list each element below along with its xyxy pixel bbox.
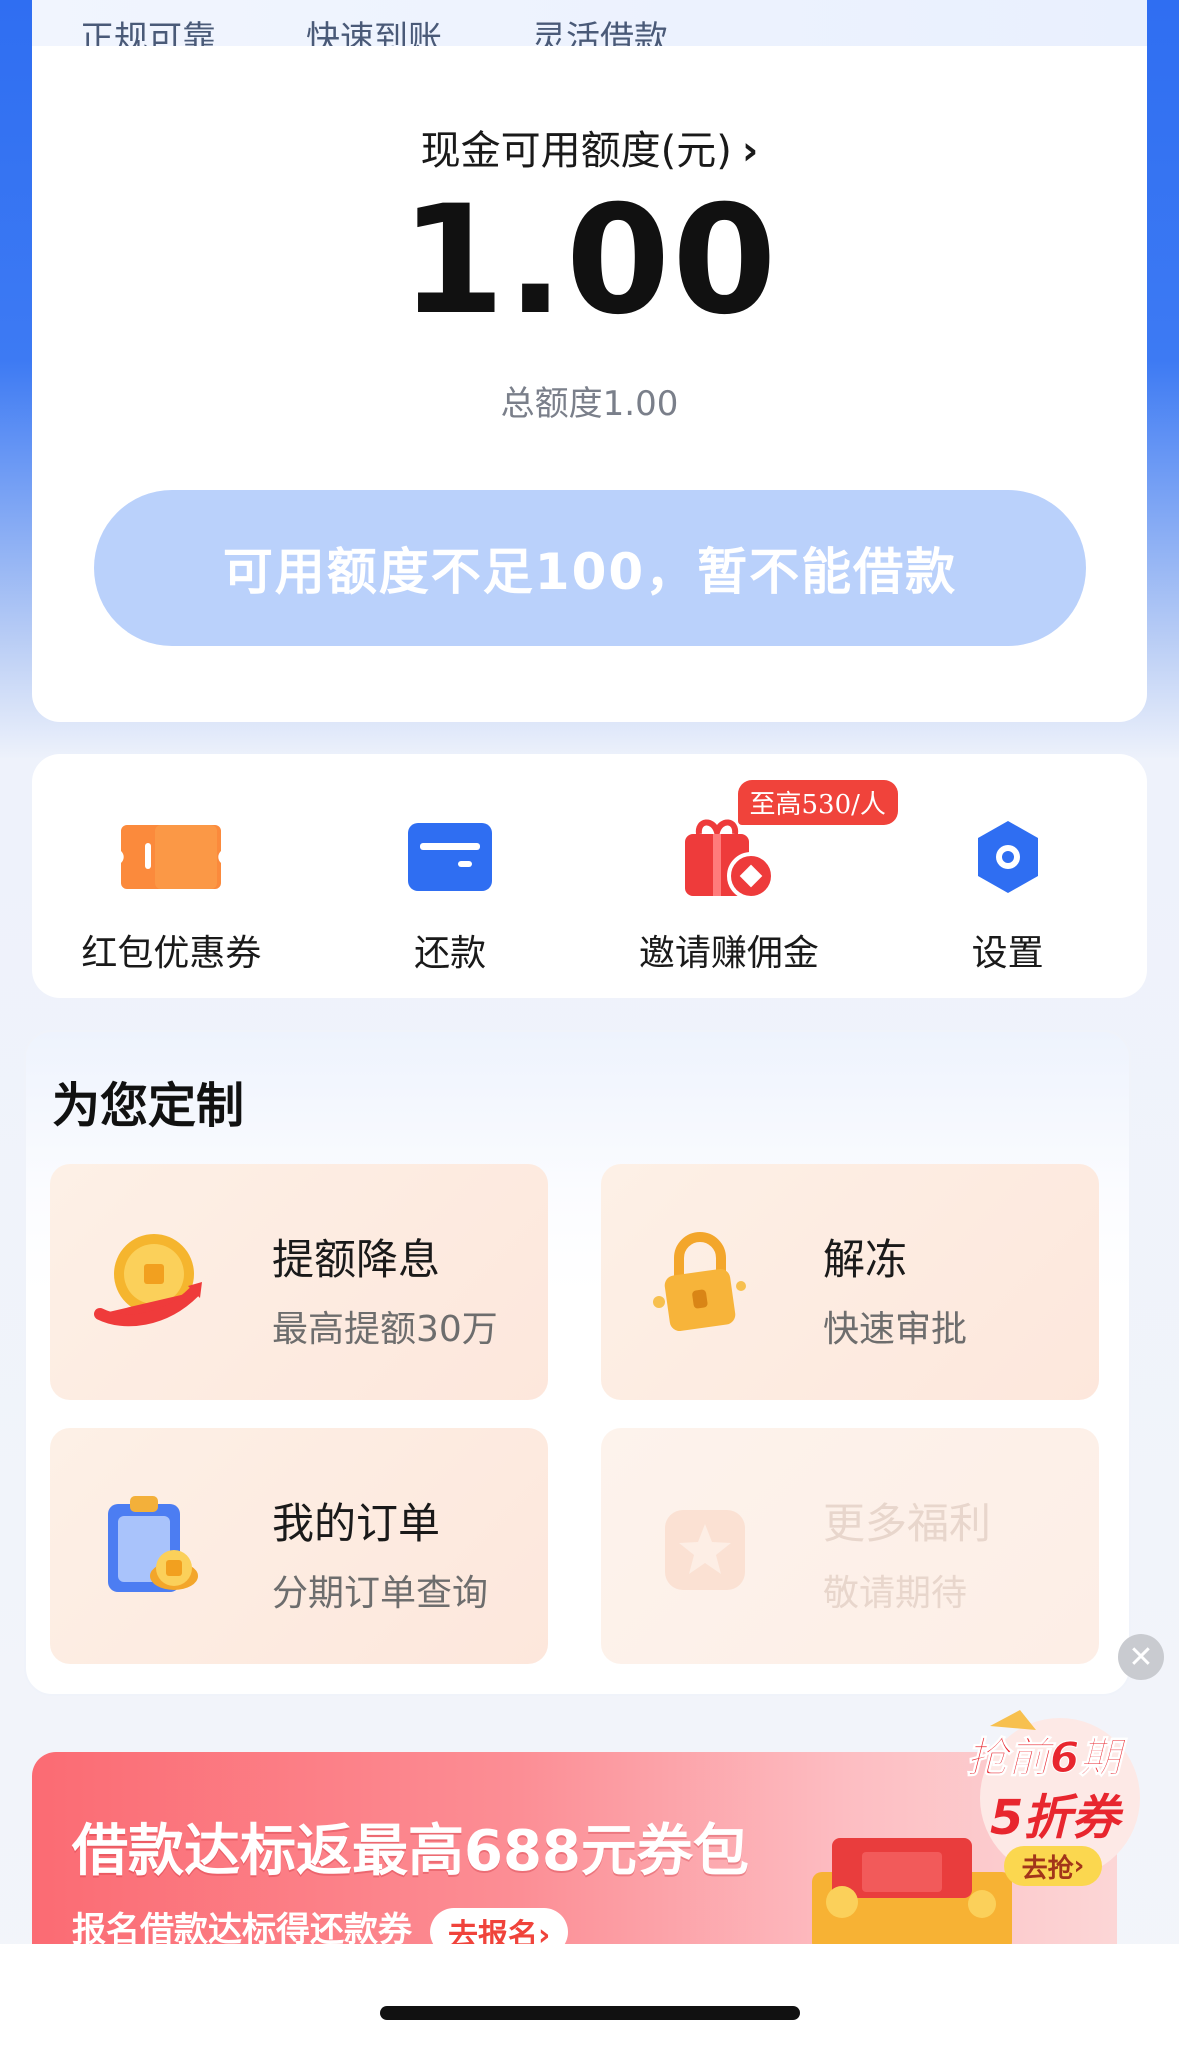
clipboard-icon	[94, 1490, 204, 1600]
banner-title: 借款达标返最高688元券包	[72, 1819, 749, 1884]
tile-more-benefits: 更多福利 敬请期待	[601, 1428, 1099, 1664]
credit-title: 现金可用额度(元)	[420, 128, 732, 174]
bottom-safe-area	[0, 1944, 1179, 2046]
tile-title: 提额降息	[272, 1235, 441, 1284]
gear-icon	[953, 802, 1063, 912]
tag-flexible: 灵活借款	[532, 19, 668, 46]
action-label: 设置	[971, 933, 1044, 974]
action-coupons[interactable]: 红包优惠券	[32, 754, 311, 998]
chevron-right-icon: ›	[741, 128, 759, 174]
tile-subtitle: 敬请期待	[823, 1573, 968, 1614]
repay-card-icon	[395, 802, 505, 912]
home-indicator[interactable]	[380, 2006, 800, 2020]
signup-label: 去报名	[448, 1917, 538, 1945]
quick-actions: 红包优惠券 还款 至高530/人 邀请赚佣金 设置	[32, 754, 1147, 998]
credit-amount: 1.00	[400, 174, 779, 348]
tag-fast: 快速到账	[306, 19, 442, 46]
grab-label: 去抢	[1021, 1853, 1074, 1884]
custom-section: 为您定制 提额降息 最高提额30万 解冻 快速审批 我的订单 分期订单查询 更多…	[24, 1030, 1131, 1696]
ad-line-2: 5折券	[990, 1790, 1120, 1846]
action-label: 还款	[414, 933, 487, 974]
action-label: 红包优惠券	[81, 933, 262, 974]
ad-line-1: 抢前6期	[965, 1733, 1122, 1783]
coupon-icon	[116, 802, 226, 912]
tag-reliable: 正规可靠	[80, 19, 216, 46]
credit-title-link[interactable]: 现金可用额度(元) ›	[32, 118, 1147, 176]
action-repay[interactable]: 还款	[311, 754, 590, 998]
tile-title: 解冻	[823, 1235, 908, 1284]
chevron-right-icon: ›	[538, 1917, 551, 1945]
credit-total: 总额度1.00	[500, 384, 679, 424]
chevron-right-icon: ›	[1073, 1851, 1085, 1881]
floating-coupon-ad[interactable]: 抢前6期 5折券 去抢 ›	[960, 1706, 1160, 1896]
banner-subtitle: 报名借款达标得还款券 去报名›	[72, 1902, 569, 1945]
tile-subtitle: 分期订单查询	[272, 1573, 489, 1614]
tile-orders[interactable]: 我的订单 分期订单查询	[50, 1428, 548, 1664]
lock-icon	[645, 1226, 755, 1336]
borrow-button[interactable]: 可用额度不足100，暂不能借款	[94, 490, 1086, 646]
close-ad-button[interactable]: ✕	[1118, 1634, 1164, 1680]
star-icon	[645, 1490, 755, 1600]
signup-button[interactable]: 去报名›	[430, 1907, 569, 1945]
grab-button[interactable]: 去抢 ›	[1004, 1846, 1102, 1886]
promo-banner[interactable]: 借款达标返最高688元券包 报名借款达标得还款券 去报名›	[32, 1752, 1117, 1944]
tile-unfreeze[interactable]: 解冻 快速审批	[601, 1164, 1099, 1400]
feature-tags: 正规可靠 快速到账 灵活借款	[32, 0, 1147, 46]
tile-raise-limit[interactable]: 提额降息 最高提额30万	[50, 1164, 548, 1400]
tile-title: 我的订单	[272, 1499, 441, 1548]
section-title: 为您定制	[52, 1078, 245, 1134]
action-invite[interactable]: 至高530/人 邀请赚佣金	[590, 754, 898, 998]
banner-subtitle-text: 报名借款达标得还款券	[72, 1910, 412, 1944]
coin-arrow-icon	[94, 1226, 204, 1336]
tile-title: 更多福利	[823, 1499, 992, 1548]
credit-card: 现金可用额度(元) › 1.00 总额度1.00 可用额度不足100，暂不能借款	[32, 46, 1147, 722]
close-icon: ✕	[1128, 1639, 1154, 1675]
action-label: 邀请赚佣金	[638, 933, 819, 974]
tile-subtitle: 快速审批	[823, 1309, 968, 1350]
tile-subtitle: 最高提额30万	[272, 1309, 498, 1350]
action-settings[interactable]: 设置	[868, 754, 1147, 998]
